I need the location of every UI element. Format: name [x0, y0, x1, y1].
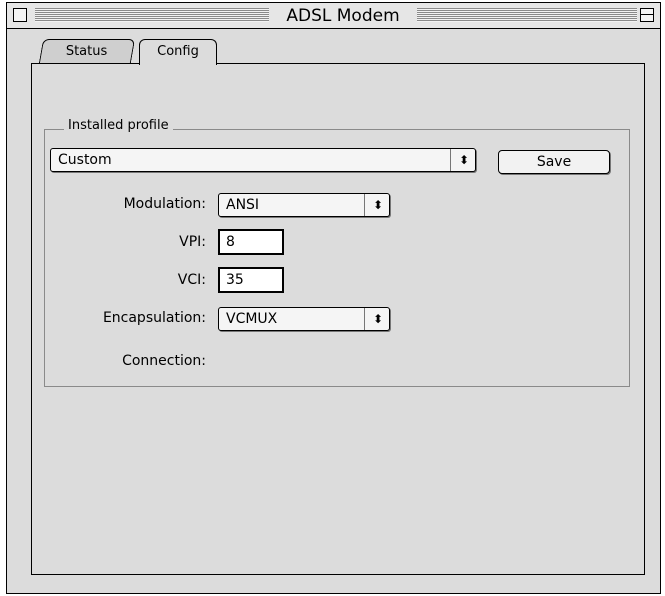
- up-down-arrows-icon: ⬍: [372, 312, 383, 326]
- modulation-label: Modulation:: [123, 196, 206, 212]
- title-bar[interactable]: ADSL Modem: [7, 3, 660, 29]
- connection-label: Connection:: [122, 353, 206, 369]
- popup-separator: [364, 308, 365, 330]
- vci-field[interactable]: 35: [218, 267, 284, 293]
- config-panel: Installed profile Custom ⬍ Save Modulati…: [31, 63, 645, 575]
- tab-status-label: Status: [66, 44, 108, 59]
- vci-label: VCI:: [177, 272, 206, 288]
- encapsulation-value: VCMUX: [226, 311, 278, 327]
- tab-config-label: Config: [157, 44, 199, 59]
- tab-status[interactable]: Status: [38, 39, 136, 63]
- modulation-value: ANSI: [226, 197, 260, 213]
- vpi-label: VPI:: [179, 234, 206, 250]
- popup-separator: [364, 194, 365, 216]
- up-down-arrows-icon: ⬍: [372, 198, 383, 212]
- encapsulation-select[interactable]: VCMUX ⬍: [218, 307, 390, 331]
- title-stripes-left: [35, 8, 269, 22]
- vpi-field[interactable]: 8: [218, 229, 284, 255]
- popup-separator: [450, 149, 451, 171]
- adsl-modem-window: ADSL Modem Status Config Installed profi…: [6, 2, 661, 594]
- encapsulation-label: Encapsulation:: [102, 310, 206, 326]
- modulation-select[interactable]: ANSI ⬍: [218, 193, 390, 217]
- close-box-icon[interactable]: [13, 8, 27, 22]
- window-title: ADSL Modem: [269, 6, 417, 26]
- save-button[interactable]: Save: [498, 150, 610, 174]
- profile-select[interactable]: Custom ⬍: [50, 148, 476, 172]
- tab-config[interactable]: Config: [139, 39, 217, 65]
- up-down-arrows-icon: ⬍: [458, 153, 469, 167]
- title-stripes-right: [417, 8, 637, 22]
- zoom-box-icon[interactable]: [640, 8, 654, 22]
- installed-profile-label: Installed profile: [64, 118, 173, 133]
- profile-select-value: Custom: [58, 152, 112, 168]
